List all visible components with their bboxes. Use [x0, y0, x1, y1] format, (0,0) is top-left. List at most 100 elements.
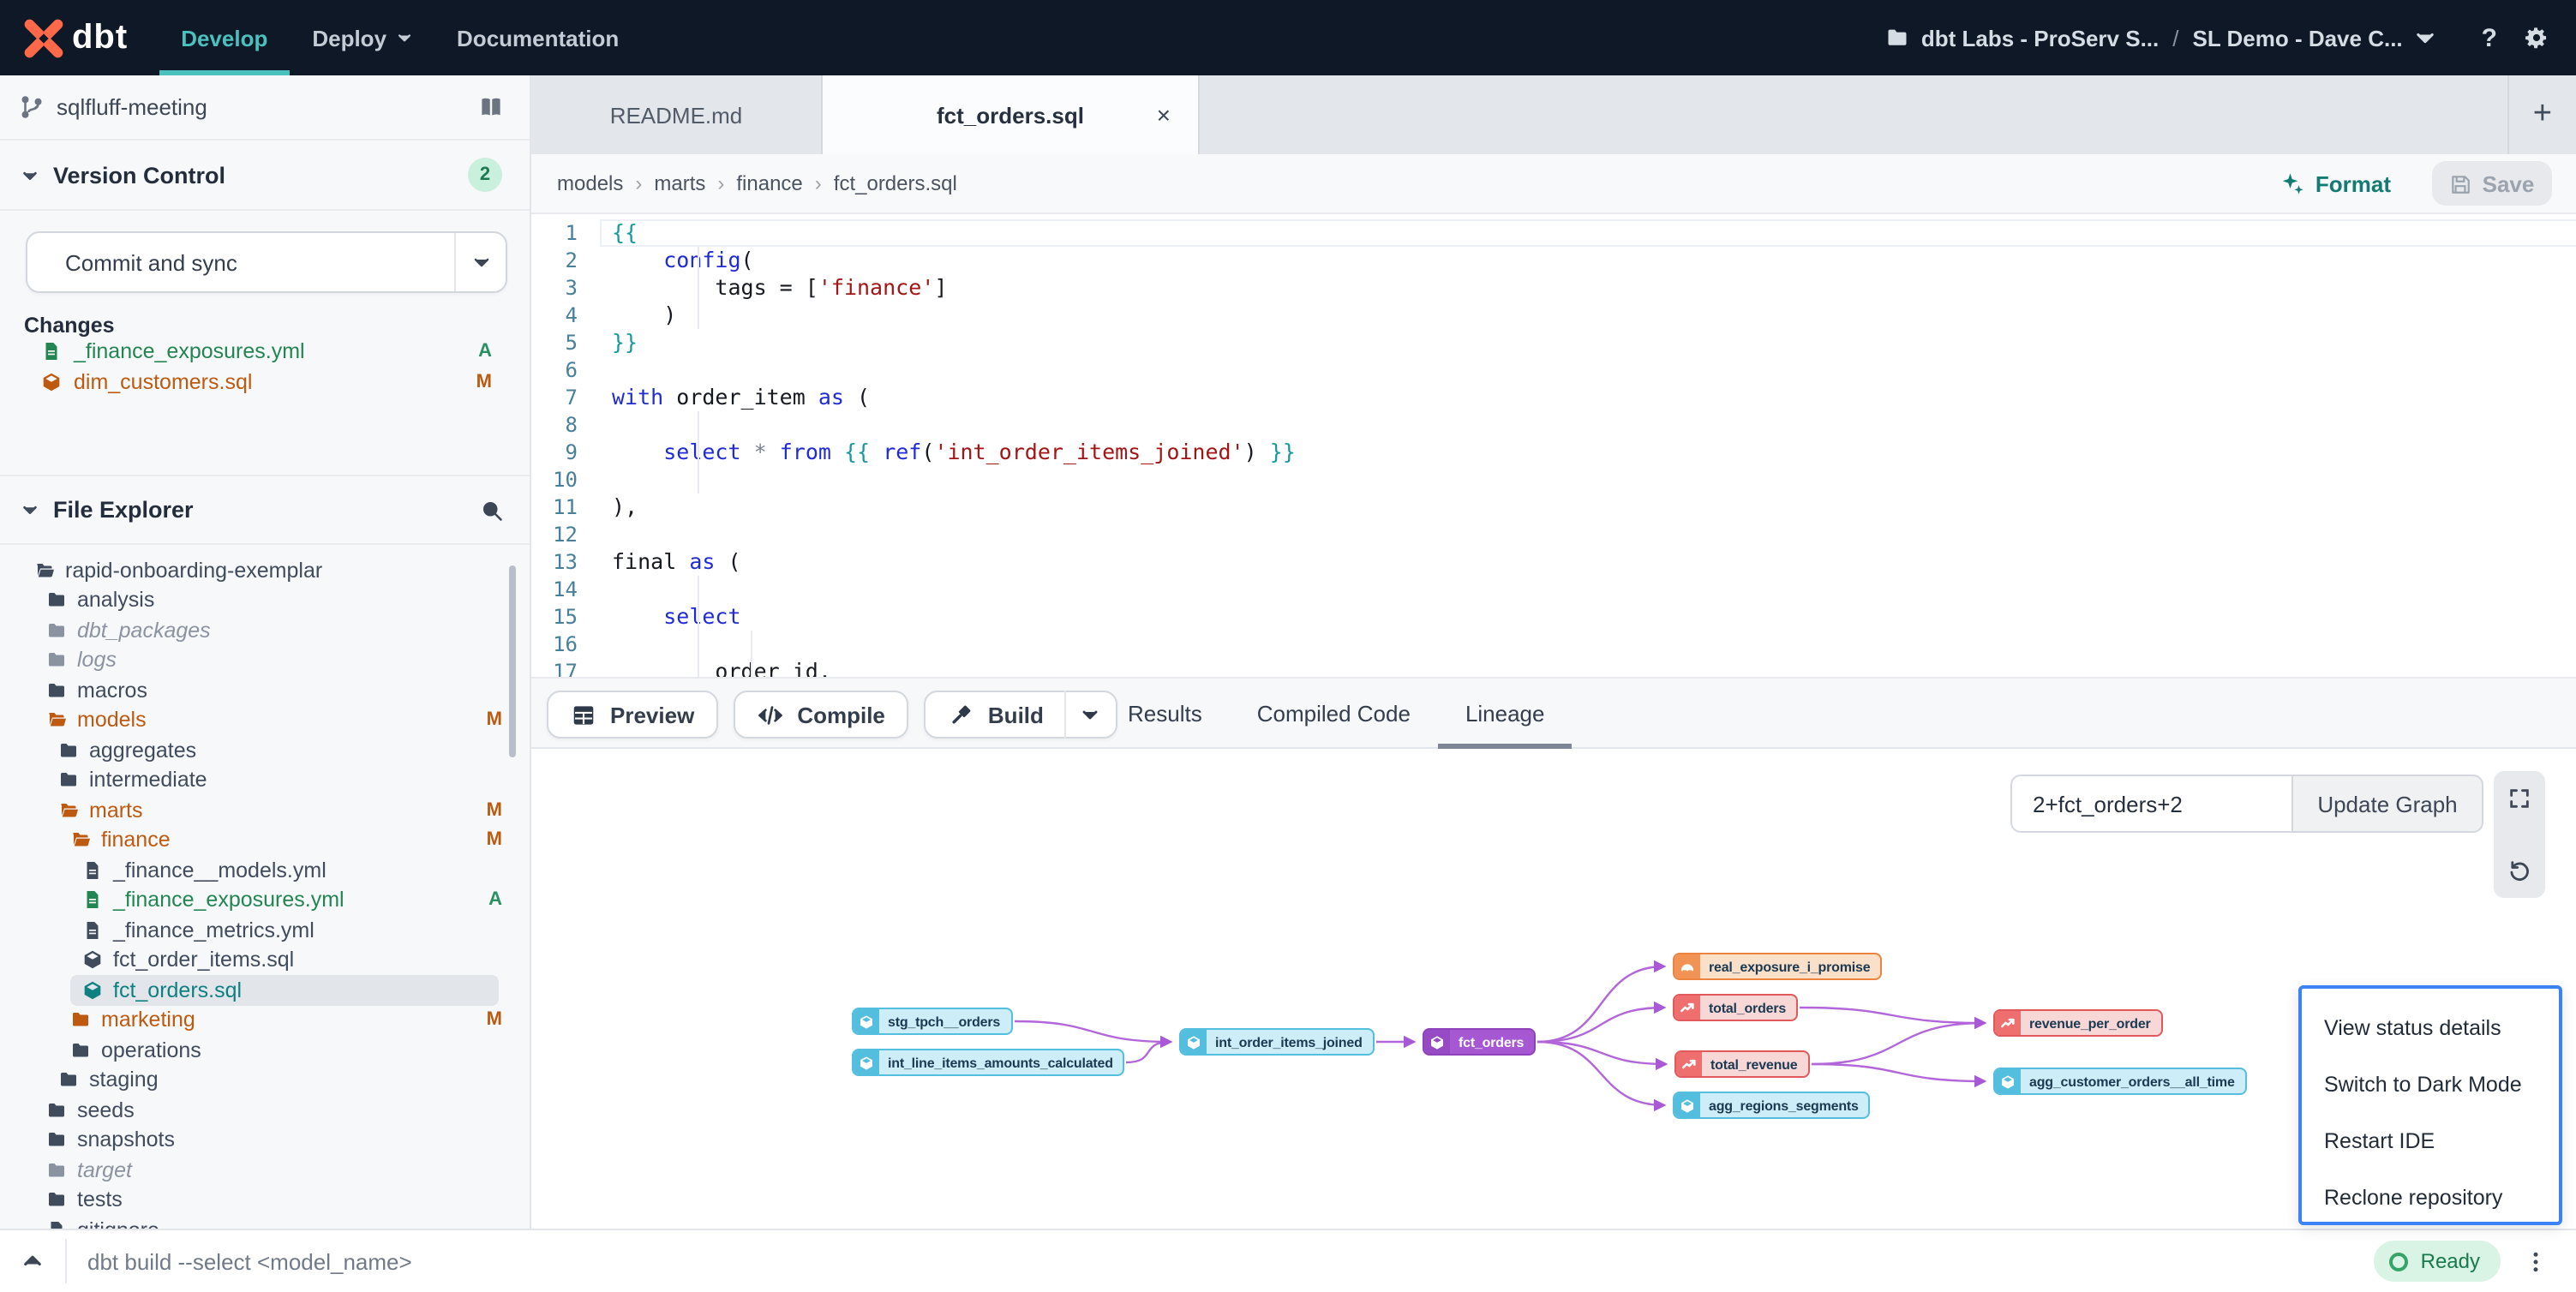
- lineage-node-real_exposure_i_promise[interactable]: real_exposure_i_promise: [1673, 953, 1882, 980]
- build-button[interactable]: Build: [925, 691, 1117, 739]
- account-name[interactable]: dbt Labs - ProServ S...: [1921, 25, 2159, 51]
- project-name[interactable]: SL Demo - Dave C...: [2193, 25, 2403, 51]
- preview-button[interactable]: Preview: [547, 691, 718, 739]
- tree-item-fct_order_items.sql[interactable]: fct_order_items.sql: [0, 945, 530, 975]
- command-input[interactable]: dbt build --select <model_name>: [87, 1248, 412, 1274]
- save-button[interactable]: Save: [2432, 161, 2552, 206]
- line-number: 11: [531, 493, 578, 521]
- code-line: tags = ['finance']: [612, 274, 947, 302]
- tree-item-macros[interactable]: macros: [0, 675, 530, 705]
- tab-README.md[interactable]: README.md: [531, 75, 823, 154]
- tree-item-aggregates[interactable]: aggregates: [0, 735, 530, 765]
- code-editor[interactable]: 1234567891011121314151617 {{ config( tag…: [531, 214, 2576, 677]
- lineage-node-agg_regions_segments[interactable]: agg_regions_segments: [1673, 1092, 1871, 1119]
- tree-item-staging[interactable]: staging: [0, 1065, 530, 1095]
- tree-item-analysis[interactable]: analysis: [0, 585, 530, 615]
- tree-item-target[interactable]: target: [0, 1155, 530, 1185]
- tab-fct_orders.sql[interactable]: fct_orders.sql×: [823, 75, 1200, 154]
- branch-row[interactable]: sqlfluff-meeting: [0, 75, 530, 141]
- menu-item-switch-to-dark-mode[interactable]: Switch to Dark Mode: [2302, 1056, 2559, 1112]
- tree-item-logs[interactable]: logs: [0, 645, 530, 675]
- commit-options-chevron-icon[interactable]: [454, 233, 506, 291]
- help-icon[interactable]: ?: [2482, 23, 2497, 52]
- status-context-menu: View status detailsSwitch to Dark ModeRe…: [2298, 985, 2562, 1225]
- tree-item-gitignore[interactable]: gitignore: [0, 1215, 530, 1229]
- tab-compiled-code[interactable]: Compiled Code: [1257, 679, 1411, 749]
- tree-item-dbt_packages[interactable]: dbt_packages: [0, 615, 530, 645]
- tree-item-rapid-onboarding-exemplar[interactable]: rapid-onboarding-exemplar: [0, 555, 530, 585]
- tree-item-snapshots[interactable]: snapshots: [0, 1125, 530, 1155]
- format-button[interactable]: Format: [2279, 170, 2391, 196]
- grid-icon: [571, 702, 596, 727]
- chevron-down-icon[interactable]: [2413, 26, 2437, 50]
- build-options-chevron-icon[interactable]: [1064, 691, 1116, 739]
- chevron-up-icon[interactable]: [21, 1249, 45, 1273]
- lineage-node-label: int_order_items_joined: [1207, 1034, 1373, 1050]
- tree-item-_finance_metrics.yml[interactable]: _finance_metrics.yml: [0, 915, 530, 945]
- lineage-node-total_revenue[interactable]: total_revenue: [1674, 1050, 1809, 1078]
- update-graph-button[interactable]: Update Graph: [2291, 775, 2483, 833]
- tree-item-finance[interactable]: financeM: [0, 825, 530, 855]
- status-badge[interactable]: Ready: [2375, 1241, 2501, 1282]
- file-explorer-header[interactable]: File Explorer: [0, 475, 530, 545]
- dbt-logo[interactable]: dbt: [22, 16, 128, 59]
- change-item[interactable]: _finance_exposures.ymlA: [0, 336, 530, 367]
- nav-documentation[interactable]: Documentation: [434, 0, 641, 75]
- tree-item-status: A: [488, 890, 502, 911]
- menu-item-view-status-details[interactable]: View status details: [2302, 999, 2559, 1056]
- menu-item-restart-ide[interactable]: Restart IDE: [2302, 1112, 2559, 1169]
- lineage-node-int_order_items_joined[interactable]: int_order_items_joined: [1179, 1028, 1375, 1056]
- gear-icon[interactable]: [2525, 26, 2549, 50]
- breadcrumb-item[interactable]: finance: [736, 171, 802, 195]
- lineage-node-int_line_items_amounts_calculated[interactable]: int_line_items_amounts_calculated: [852, 1049, 1125, 1076]
- nav-develop[interactable]: Develop: [159, 0, 290, 75]
- lineage-node-total_orders[interactable]: total_orders: [1673, 994, 1798, 1021]
- nav-deploy[interactable]: Deploy: [290, 0, 434, 75]
- tree-item-fct_orders.sql[interactable]: fct_orders.sql: [0, 975, 530, 1005]
- lineage-canvas[interactable]: stg_tpch__orders int_line_items_amounts_c…: [531, 749, 2576, 1229]
- kebab-menu-icon[interactable]: [2523, 1248, 2549, 1274]
- line-number: 9: [531, 439, 578, 466]
- compile-button[interactable]: Compile: [734, 691, 909, 739]
- tree-item-operations[interactable]: operations: [0, 1035, 530, 1065]
- tree-item-_finance__models.yml[interactable]: _finance__models.yml: [0, 855, 530, 885]
- model-cube-icon: [1995, 1069, 2021, 1093]
- lineage-node-agg_customer_orders__all_time[interactable]: agg_customer_orders__all_time: [1993, 1068, 2247, 1095]
- version-control-header[interactable]: Version Control 2: [0, 141, 530, 211]
- code-token: 'finance': [818, 274, 934, 300]
- tree-item-_finance_exposures.yml[interactable]: _finance_exposures.ymlA: [0, 885, 530, 915]
- menu-item-reclone-repository[interactable]: Reclone repository: [2302, 1169, 2559, 1225]
- tree-item-seeds[interactable]: seeds: [0, 1095, 530, 1125]
- tree-item-marts[interactable]: martsM: [0, 795, 530, 825]
- breadcrumb-item[interactable]: marts: [654, 171, 705, 195]
- folder-open-icon: [46, 710, 67, 731]
- lineage-node-fct_orders[interactable]: fct_orders: [1423, 1028, 1536, 1056]
- change-status: M: [476, 372, 492, 392]
- fullscreen-icon[interactable]: [2507, 787, 2531, 810]
- code-token: (: [844, 384, 870, 410]
- tree-item-models[interactable]: modelsM: [0, 705, 530, 735]
- reset-view-icon[interactable]: [2507, 858, 2531, 882]
- bottom-toolbar: Preview Compile Build Results Compiled Code…: [531, 677, 2576, 749]
- model-cube-icon: [854, 1050, 879, 1074]
- tab-results[interactable]: Results: [1128, 679, 1202, 749]
- lineage-node-revenue_per_order[interactable]: revenue_per_order: [1993, 1009, 2163, 1037]
- search-icon[interactable]: [480, 498, 504, 522]
- lineage-selector-input[interactable]: [2010, 775, 2291, 833]
- code-token: order_id,: [612, 658, 831, 677]
- breadcrumb-item[interactable]: models: [557, 171, 623, 195]
- close-icon[interactable]: ×: [1157, 101, 1171, 129]
- code-token: (: [741, 247, 754, 272]
- new-tab-button[interactable]: +: [2507, 75, 2562, 154]
- lineage-node-stg_tpch__orders[interactable]: stg_tpch__orders: [852, 1008, 1012, 1035]
- commit-and-sync-button[interactable]: Commit and sync: [26, 231, 507, 293]
- breadcrumb-item[interactable]: fct_orders.sql: [834, 171, 957, 195]
- tree-item-label: _finance__models.yml: [113, 858, 326, 882]
- sidebar-scrollbar[interactable]: [509, 565, 516, 757]
- docs-book-icon[interactable]: [478, 94, 504, 120]
- tree-item-tests[interactable]: tests: [0, 1185, 530, 1215]
- tree-item-marketing[interactable]: marketingM: [0, 1005, 530, 1035]
- tree-item-intermediate[interactable]: intermediate: [0, 765, 530, 795]
- change-item[interactable]: dim_customers.sqlM: [0, 367, 530, 398]
- tab-lineage[interactable]: Lineage: [1465, 679, 1545, 749]
